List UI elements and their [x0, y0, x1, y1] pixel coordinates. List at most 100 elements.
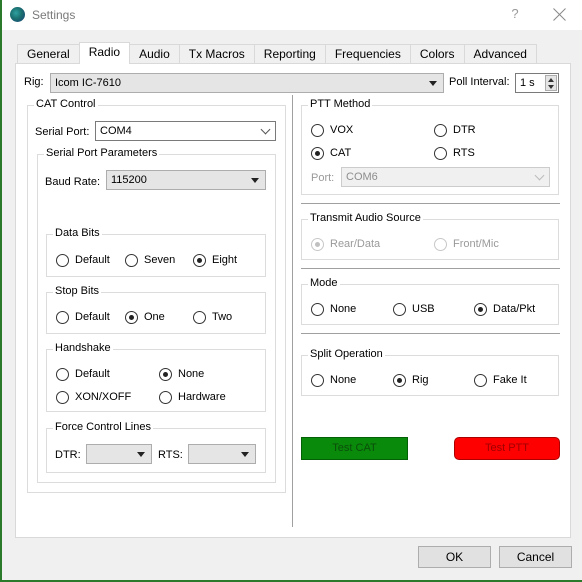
mode-usb-radio[interactable]: USB [393, 301, 435, 317]
radio-circle[interactable] [125, 253, 138, 267]
tab-audio[interactable]: Audio [129, 44, 180, 64]
radio-circle[interactable] [56, 367, 69, 381]
chevron-down-icon [534, 170, 545, 181]
spin-up-icon[interactable] [548, 78, 554, 82]
radio-circle[interactable] [56, 310, 69, 324]
ok-button[interactable]: OK [418, 546, 491, 568]
radio-label: One [144, 311, 165, 323]
window-title: Settings [32, 8, 76, 22]
audio-front-mic-radio[interactable]: Front/Mic [434, 236, 499, 252]
radio-label: DTR [453, 124, 476, 136]
help-button[interactable]: ? [507, 6, 523, 24]
ptt-dtr-radio[interactable]: DTR [434, 122, 476, 138]
mode-none-radio[interactable]: None [311, 301, 356, 317]
radio-label: Fake It [493, 374, 527, 386]
radio-circle[interactable] [311, 237, 324, 251]
poll-interval-value: 1 s [520, 77, 535, 89]
tab-general[interactable]: General [17, 44, 80, 64]
radio-circle[interactable] [311, 146, 324, 160]
radio-circle[interactable] [474, 302, 487, 316]
handshake-xonxoff-radio[interactable]: XON/XOFF [56, 389, 131, 405]
cat-control-title: CAT Control [34, 98, 98, 110]
ptt-vox-radio[interactable]: VOX [311, 122, 353, 138]
radio-circle[interactable] [393, 302, 406, 316]
ptt-rts-radio[interactable]: RTS [434, 145, 475, 161]
audio-rear-data-radio[interactable]: Rear/Data [311, 236, 380, 252]
handshake-hardware-radio[interactable]: Hardware [159, 389, 226, 405]
test-cat-button[interactable]: Test CAT [301, 437, 408, 460]
radio-circle[interactable] [393, 373, 406, 387]
baud-rate-select[interactable]: 115200 [106, 170, 266, 190]
radio-label: Hardware [178, 391, 226, 403]
radio-label: CAT [330, 147, 352, 159]
mode-data-pkt-radio[interactable]: Data/Pkt [474, 301, 535, 317]
radio-circle[interactable] [56, 390, 69, 404]
serial-port-select[interactable]: COM4 [95, 121, 276, 141]
tab-advanced[interactable]: Advanced [463, 44, 537, 64]
ptt-cat-radio[interactable]: CAT [311, 145, 351, 161]
split-rig-radio[interactable]: Rig [393, 372, 429, 388]
mode-title: Mode [308, 277, 340, 289]
test-ptt-button[interactable]: Test PTT [454, 437, 560, 460]
data-bits-default-radio[interactable]: Default [56, 252, 110, 268]
radio-label: Eight [212, 254, 238, 266]
radio-circle[interactable] [434, 146, 447, 160]
data-bits-seven-radio[interactable]: Seven [125, 252, 175, 268]
spin-buttons[interactable] [545, 75, 557, 91]
radio-label: XON/XOFF [75, 391, 132, 403]
radio-circle[interactable] [193, 310, 206, 324]
radio-circle[interactable] [125, 310, 138, 324]
stop-bits-one-radio[interactable]: One [125, 309, 165, 325]
tab-tx-macros[interactable]: Tx Macros [178, 44, 255, 64]
title-bar: Settings ? [2, 0, 582, 30]
radio-circle[interactable] [311, 123, 324, 137]
data-bits-title: Data Bits [53, 227, 102, 239]
dropdown-arrow-icon [241, 452, 249, 457]
radio-circle[interactable] [56, 253, 69, 267]
tab-reporting[interactable]: Reporting [253, 44, 326, 64]
split-fake-it-radio[interactable]: Fake It [474, 372, 527, 388]
radio-label: Default [75, 311, 110, 323]
radio-circle[interactable] [474, 373, 487, 387]
close-icon[interactable] [550, 5, 570, 25]
radio-circle[interactable] [159, 390, 172, 404]
transmit-audio-source-title: Transmit Audio Source [308, 212, 423, 224]
radio-label: VOX [330, 124, 354, 136]
radio-circle[interactable] [193, 253, 206, 267]
cancel-button[interactable]: Cancel [499, 546, 572, 568]
stop-bits-default-radio[interactable]: Default [56, 309, 110, 325]
handshake-default-radio[interactable]: Default [56, 366, 110, 382]
rig-label: Rig: [24, 76, 44, 88]
radio-label: None [330, 303, 357, 315]
handshake-title: Handshake [53, 342, 113, 354]
vertical-divider [292, 95, 293, 527]
poll-interval-spinbox[interactable]: 1 s [515, 73, 559, 93]
data-bits-eight-radio[interactable]: Eight [193, 252, 237, 268]
radio-circle[interactable] [434, 123, 447, 137]
dropdown-arrow-icon [251, 178, 259, 183]
radio-circle[interactable] [311, 373, 324, 387]
radio-label: None [330, 374, 357, 386]
split-operation-title: Split Operation [308, 348, 385, 360]
radio-circle[interactable] [311, 302, 324, 316]
ptt-port-select[interactable]: COM6 [341, 167, 550, 187]
radio-label: None [178, 368, 205, 380]
radio-circle[interactable] [434, 237, 447, 251]
tab-colors[interactable]: Colors [409, 44, 465, 64]
rts-label: RTS: [158, 449, 183, 461]
split-none-radio[interactable]: None [311, 372, 356, 388]
rig-select[interactable]: Icom IC-7610 [50, 73, 444, 93]
spin-down-icon[interactable] [548, 85, 554, 89]
radio-circle[interactable] [159, 367, 172, 381]
tab-frequencies[interactable]: Frequencies [324, 44, 411, 64]
tab-radio[interactable]: Radio [78, 42, 131, 64]
stop-bits-two-radio[interactable]: Two [193, 309, 232, 325]
radio-label: Data/Pkt [493, 303, 536, 315]
chevron-down-icon [260, 124, 271, 135]
radio-label: USB [412, 303, 435, 315]
dtr-select[interactable] [86, 444, 152, 464]
serial-port-label: Serial Port: [35, 126, 90, 138]
rts-select[interactable] [188, 444, 256, 464]
handshake-none-radio[interactable]: None [159, 366, 204, 382]
dtr-label: DTR: [55, 449, 81, 461]
